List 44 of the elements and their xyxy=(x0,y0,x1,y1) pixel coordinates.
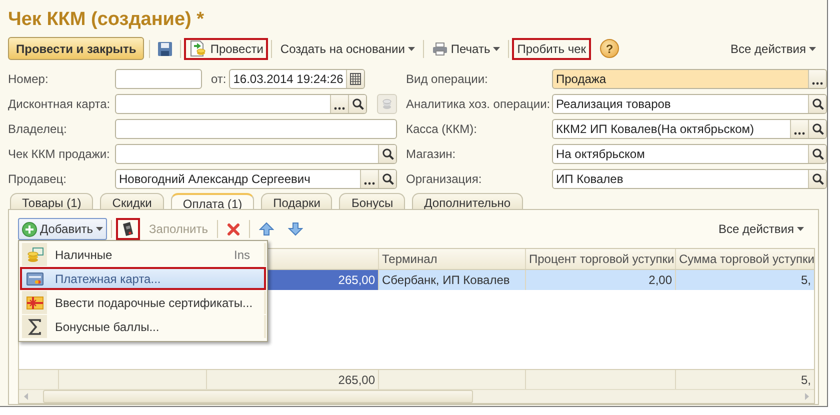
table-cell: 5, xyxy=(676,270,814,290)
text-field[interactable]: На октябрьском xyxy=(552,144,827,164)
print-button[interactable]: Печать xyxy=(426,38,506,60)
field-label: Организация: xyxy=(406,172,483,186)
menu-item[interactable]: Бонусные баллы... xyxy=(20,315,266,338)
create-based-on-button[interactable]: Создать на основании xyxy=(275,38,420,60)
text-field[interactable]: Новогодний Александр Сергеевич xyxy=(115,168,397,188)
field-label: Касса (ККМ): xyxy=(406,122,478,136)
menu-item[interactable]: Ввести подарочные сертификаты... xyxy=(20,291,266,314)
field-label: Магазин: xyxy=(406,146,457,160)
text-field[interactable]: Продажа xyxy=(552,68,827,88)
post-and-close-button[interactable]: Провести и закрыть xyxy=(8,37,144,60)
text-field[interactable]: ИП Ковалев xyxy=(552,168,827,188)
add-button[interactable]: Добавить xyxy=(18,218,108,240)
column-header: Процент торговой уступки xyxy=(526,249,676,269)
menu-item-label: Платежная карта... xyxy=(54,272,162,286)
field-label: Продавец: xyxy=(8,172,68,186)
text-field[interactable]: Реализация товаров xyxy=(552,94,827,114)
field-label: Вид операции: xyxy=(406,72,489,86)
menu-item[interactable]: Наличные Ins xyxy=(20,243,266,266)
help-button[interactable]: ? xyxy=(600,39,620,58)
all-actions-button[interactable]: Все действия xyxy=(726,38,821,60)
window-title: Чек ККМ (создание) * xyxy=(7,8,206,32)
shortcut-label: Ins xyxy=(234,248,251,262)
field-label: Аналитика хоз. операции: xyxy=(406,96,552,110)
menu-item-label: Наличные xyxy=(54,248,114,262)
field-label: Владелец: xyxy=(8,122,68,136)
column-header: Терминал xyxy=(379,249,526,269)
field-label: от: xyxy=(211,72,226,86)
table-cell: 2,00 xyxy=(526,270,676,290)
text-field[interactable]: ККМ2 ИП Ковалев(На октябрьском) xyxy=(552,118,827,138)
field-label: Дисконтная карта: xyxy=(8,96,112,110)
table-cell: Сбербанк, ИП Ковалев xyxy=(379,270,526,290)
fiscal-receipt-button[interactable]: Пробить чек xyxy=(512,38,592,60)
menu-item[interactable]: Платежная карта... xyxy=(20,267,266,290)
post-button[interactable]: Провести xyxy=(184,38,268,60)
all-actions-button[interactable]: Все действия xyxy=(714,218,809,240)
menu-item-label: Бонусные баллы... xyxy=(54,320,160,334)
field-label: Чек ККМ продажи: xyxy=(8,146,111,160)
menu-item-label: Ввести подарочные сертификаты... xyxy=(54,296,254,310)
field-label: Номер: xyxy=(8,72,50,86)
total-cell-text: 5, xyxy=(800,372,812,389)
date-field[interactable]: 16.03.2014 19:24:26 xyxy=(229,68,366,88)
column-header: Сумма торговой уступки xyxy=(678,251,814,268)
